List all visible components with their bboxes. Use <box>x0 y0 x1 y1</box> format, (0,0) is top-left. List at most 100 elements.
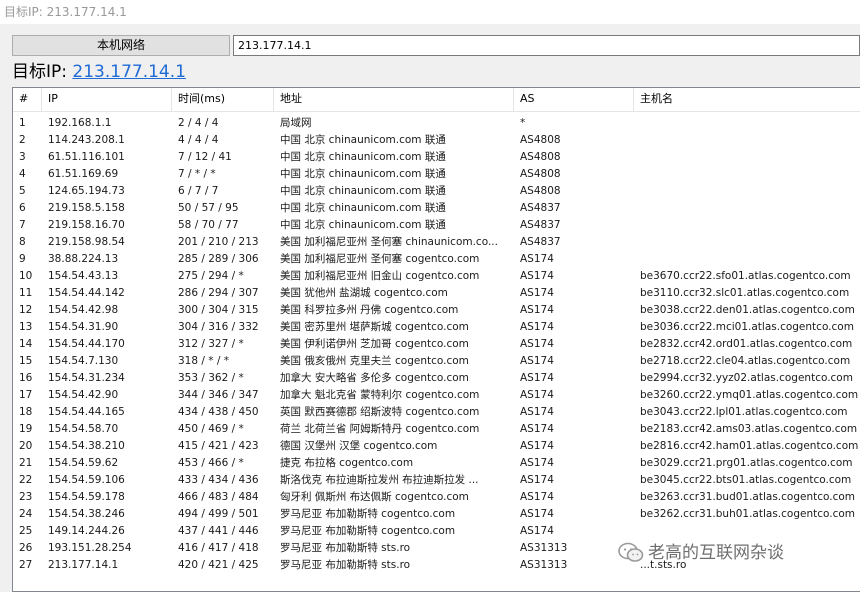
cell-time: 286 / 294 / 307 <box>178 287 259 299</box>
table-row[interactable]: 21 154.54.59.62 453 / 466 / * 捷克 布拉格 cogent… <box>13 455 860 472</box>
cell-as: AS31313 <box>520 559 568 571</box>
cell-time: 7 / 12 / 41 <box>178 151 232 163</box>
cell-as: AS4808 <box>520 168 561 180</box>
table-row[interactable]: 22 154.54.59.106 433 / 434 / 436 斯洛伐克 布拉迪斯拉… <box>13 472 860 489</box>
cell-hostname: be3038.ccr22.den01.atlas.cogentco.com <box>640 304 855 316</box>
table-row[interactable]: 9 38.88.224.13 285 / 289 / 306 美国 加利福尼亚州 圣何… <box>13 251 860 268</box>
target-ip-heading: 目标IP: 213.177.14.1 <box>12 60 186 84</box>
column-header-hostname[interactable]: 主机名 <box>634 88 860 111</box>
target-ip-link[interactable]: 213.177.14.1 <box>72 62 186 82</box>
table-row[interactable]: 17 154.54.42.90 344 / 346 / 347 加拿大 魁北克省 蒙特… <box>13 387 860 404</box>
cell-as: AS31313 <box>520 542 568 554</box>
table-row[interactable]: 24 154.54.38.246 494 / 499 / 501 罗马尼亚 布加勒斯特… <box>13 506 860 523</box>
table-row[interactable]: 15 154.54.7.130 318 / * / * 美国 俄亥俄州 克里夫兰 co… <box>13 353 860 370</box>
table-row[interactable]: 23 154.54.59.178 466 / 483 / 484 匈牙利 佩斯州 布达… <box>13 489 860 506</box>
table-row[interactable]: 16 154.54.31.234 353 / 362 / * 加拿大 安大略省 多伦多… <box>13 370 860 387</box>
cell-as: AS174 <box>520 508 554 520</box>
cell-as: AS174 <box>520 287 554 299</box>
cell-index: 2 <box>19 134 26 146</box>
cell-as: AS174 <box>520 491 554 503</box>
cell-hostname: be3110.ccr32.slc01.atlas.cogentco.com <box>640 287 850 299</box>
cell-index: 14 <box>19 338 33 350</box>
cell-location: 局域网 <box>280 117 312 129</box>
table-row[interactable]: 12 154.54.42.98 300 / 304 / 315 美国 科罗拉多州 丹佛… <box>13 302 860 319</box>
column-header-ip[interactable]: IP <box>42 88 172 111</box>
cell-ip: 154.54.42.98 <box>48 304 119 316</box>
cell-ip: 154.54.42.90 <box>48 389 119 401</box>
cell-hostname: be2816.ccr42.ham01.atlas.cogentco.com <box>640 440 859 452</box>
cell-as: AS174 <box>520 423 554 435</box>
table-row[interactable]: 19 154.54.58.70 450 / 469 / * 荷兰 北荷兰省 阿姆斯特丹… <box>13 421 860 438</box>
table-row[interactable]: 5 124.65.194.73 6 / 7 / 7 中国 北京 chinaunicom… <box>13 183 860 200</box>
cell-index: 12 <box>19 304 33 316</box>
cell-as: AS4808 <box>520 185 561 197</box>
cell-hostname: be3043.ccr22.lpl01.atlas.cogentco.com <box>640 406 848 418</box>
cell-ip: 154.54.38.210 <box>48 440 125 452</box>
cell-as: AS4837 <box>520 202 561 214</box>
table-header: # IP 时间(ms) 地址 AS 主机名 <box>13 88 860 112</box>
cell-time: 353 / 362 / * <box>178 372 244 384</box>
cell-index: 22 <box>19 474 33 486</box>
cell-time: 275 / 294 / * <box>178 270 244 282</box>
cell-ip: 124.65.194.73 <box>48 185 125 197</box>
cell-location: 中国 北京 chinaunicom.com 联通 <box>280 168 446 180</box>
cell-index: 17 <box>19 389 33 401</box>
cell-index: 3 <box>19 151 26 163</box>
cell-ip: 219.158.16.70 <box>48 219 125 231</box>
cell-as: AS174 <box>520 525 554 537</box>
cell-time: 2 / 4 / 4 <box>178 117 219 129</box>
cell-as: AS4808 <box>520 151 561 163</box>
table-row[interactable]: 20 154.54.38.210 415 / 421 / 423 德国 汉堡州 汉堡 … <box>13 438 860 455</box>
cell-index: 19 <box>19 423 33 435</box>
cell-index: 9 <box>19 253 26 265</box>
cell-hostname <box>634 132 860 149</box>
table-row[interactable]: 6 219.158.5.158 50 / 57 / 95 中国 北京 chinauni… <box>13 200 860 217</box>
cell-as: AS174 <box>520 355 554 367</box>
target-ip-input[interactable]: 213.177.14.1 <box>233 35 860 56</box>
cell-hostname: be3036.ccr22.mci01.atlas.cogentco.com <box>640 321 854 333</box>
cell-ip: 154.54.44.165 <box>48 406 125 418</box>
cell-hostname <box>634 251 860 268</box>
table-row[interactable]: 13 154.54.31.90 304 / 316 / 332 美国 密苏里州 堪萨斯… <box>13 319 860 336</box>
trace-results-table[interactable]: # IP 时间(ms) 地址 AS 主机名 1 192.168.1.1 2 / 4 … <box>12 87 860 592</box>
cell-ip: 219.158.5.158 <box>48 202 125 214</box>
cell-ip: 154.54.44.170 <box>48 338 125 350</box>
cell-ip: 192.168.1.1 <box>48 117 112 129</box>
local-network-button[interactable]: 本机网络 <box>12 35 230 56</box>
table-row[interactable]: 18 154.54.44.165 434 / 438 / 450 英国 默西赛德郡 绍… <box>13 404 860 421</box>
cell-index: 15 <box>19 355 33 367</box>
cell-location: 美国 加利福尼亚州 圣何塞 chinaunicom.co... <box>280 236 498 248</box>
cell-time: 433 / 434 / 436 <box>178 474 259 486</box>
table-row[interactable]: 3 61.51.116.101 7 / 12 / 41 中国 北京 chinaunic… <box>13 149 860 166</box>
cell-location: 中国 北京 chinaunicom.com 联通 <box>280 185 446 197</box>
table-row[interactable]: 4 61.51.169.69 7 / * / * 中国 北京 chinaunicom.… <box>13 166 860 183</box>
cell-as: AS174 <box>520 253 554 265</box>
table-row[interactable]: 7 219.158.16.70 58 / 70 / 77 中国 北京 chinauni… <box>13 217 860 234</box>
cell-hostname: be3045.ccr22.bts01.atlas.cogentco.com <box>640 474 852 486</box>
table-row[interactable]: 11 154.54.44.142 286 / 294 / 307 美国 犹他州 盐湖城… <box>13 285 860 302</box>
column-header-index[interactable]: # <box>13 88 42 111</box>
table-row[interactable]: 10 154.54.43.13 275 / 294 / * 美国 加利福尼亚州 旧金山… <box>13 268 860 285</box>
column-header-location[interactable]: 地址 <box>274 88 514 111</box>
cell-index: 4 <box>19 168 26 180</box>
cell-time: 6 / 7 / 7 <box>178 185 219 197</box>
column-header-time[interactable]: 时间(ms) <box>172 88 274 111</box>
cell-hostname: be3260.ccr22.ymq01.atlas.cogentco.com <box>640 389 859 401</box>
cell-index: 5 <box>19 185 26 197</box>
table-row[interactable]: 2 114.243.208.1 4 / 4 / 4 中国 北京 chinaunicom… <box>13 132 860 149</box>
table-row[interactable]: 1 192.168.1.1 2 / 4 / 4 局域网 * <box>13 115 860 132</box>
cell-time: 420 / 421 / 425 <box>178 559 259 571</box>
cell-location: 罗马尼亚 布加勒斯特 sts.ro <box>280 559 411 571</box>
column-header-as[interactable]: AS <box>514 88 634 111</box>
cell-ip: 154.54.59.178 <box>48 491 125 503</box>
cell-location: 美国 犹他州 盐湖城 cogentco.com <box>280 287 448 299</box>
cell-time: 453 / 466 / * <box>178 457 244 469</box>
cell-location: 匈牙利 佩斯州 布达佩斯 cogentco.com <box>280 491 469 503</box>
table-row[interactable]: 8 219.158.98.54 201 / 210 / 213 美国 加利福尼亚州 圣… <box>13 234 860 251</box>
cell-index: 26 <box>19 542 33 554</box>
cell-location: 美国 科罗拉多州 丹佛 cogentco.com <box>280 304 459 316</box>
table-row[interactable]: 14 154.54.44.170 312 / 327 / * 美国 伊利诺伊州 芝加哥… <box>13 336 860 353</box>
cell-ip: 154.54.59.106 <box>48 474 125 486</box>
cell-hostname: be3670.ccr22.sfo01.atlas.cogentco.com <box>640 270 851 282</box>
cell-as: AS174 <box>520 474 554 486</box>
